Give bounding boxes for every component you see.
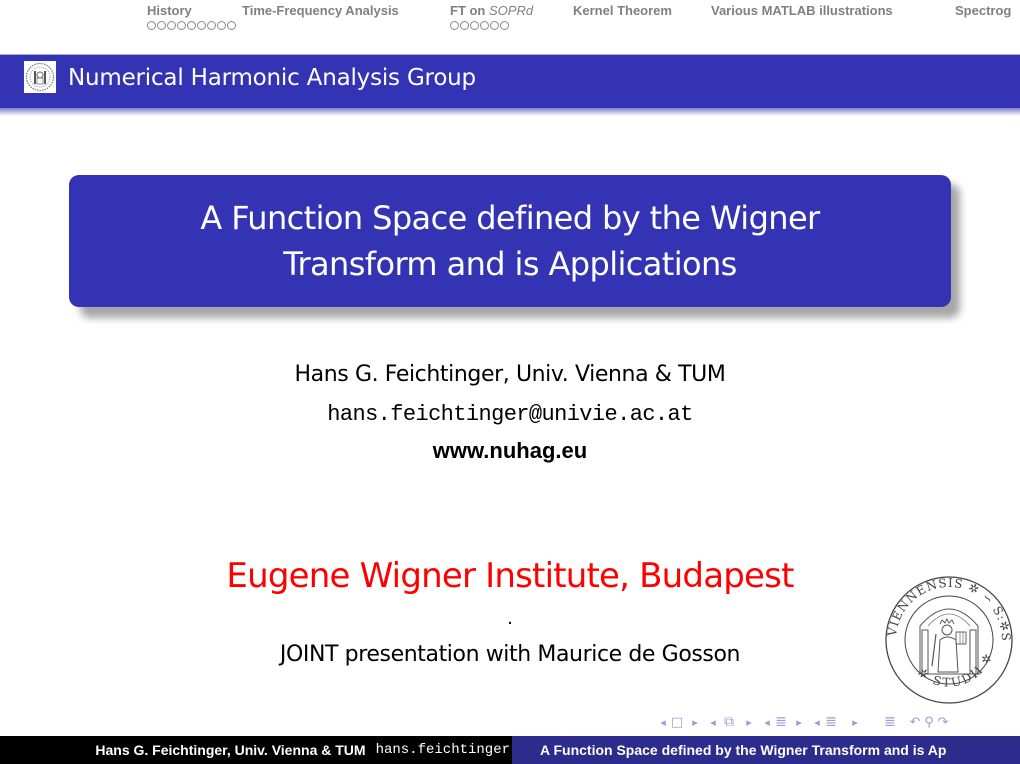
university-seal-icon: [24, 61, 56, 93]
footer-title-section: A Function Space defined by the Wigner T…: [512, 736, 1020, 764]
undo-icon[interactable]: ↶: [908, 712, 922, 732]
svg-text:✲ STUDII ✲: ✲ STUDII ✲: [915, 650, 996, 690]
title-line-2: Transform and is Applications: [283, 245, 737, 283]
nav-label-kernel-theorem[interactable]: Kernel Theorem: [573, 3, 672, 18]
next-slide-icon[interactable]: ▸: [738, 712, 760, 732]
nav-section-time-frequency-analysis[interactable]: Time-Frequency Analysis: [242, 3, 399, 18]
frame-dot[interactable]: [460, 21, 469, 30]
frame-dot[interactable]: [167, 21, 176, 30]
frame-dot[interactable]: [490, 21, 499, 30]
next-section-icon[interactable]: ▸: [838, 712, 872, 732]
joint-presentation-note: JOINT presentation with Maurice de Gosso…: [279, 642, 741, 667]
frame-dot[interactable]: [177, 21, 186, 30]
nav-section-history[interactable]: History: [147, 3, 236, 30]
author-email[interactable]: hans.feichtinger@univie.ac.at: [0, 402, 1020, 427]
footer-author-section: Hans G. Feichtinger, Univ. Vienna & TUM …: [0, 736, 512, 764]
redo-icon[interactable]: ↷: [936, 712, 950, 732]
next-frame-icon[interactable]: ▸: [684, 712, 706, 732]
nav-label-ft-on-soprd[interactable]: FT on SOPRd: [450, 3, 533, 18]
nav-label-time-frequency-analysis[interactable]: Time-Frequency Analysis: [242, 3, 399, 18]
seal-text-bottom: ✲ STUDII ✲: [915, 650, 994, 690]
next-subsection-icon[interactable]: ▸: [788, 712, 810, 732]
nav-label-spectrogram[interactable]: Spectrog: [955, 3, 1011, 18]
author-name: Hans G. Feichtinger, Univ. Vienna & TUM: [294, 362, 726, 387]
section-navigation: History Time-Frequency Analysis FT on SO…: [0, 0, 1020, 44]
svg-text:VIENNENSIS ✲ ∽ S:✲SAPIENTIAE: VIENNENSIS ✲ ∽ S:✲SAPIENTIAE: [880, 574, 1013, 642]
nav-dots-ft-on-soprd: [450, 21, 533, 30]
title-line-1: A Function Space defined by the Wigner: [200, 199, 820, 237]
footer-author: Hans G. Feichtinger, Univ. Vienna & TUM: [95, 742, 366, 758]
title-box: A Function Space defined by the Wigner T…: [69, 175, 951, 307]
prev-subsection-icon[interactable]: ◂: [760, 712, 774, 732]
frame-icon[interactable]: □: [670, 712, 684, 732]
frame-dot[interactable]: [217, 21, 226, 30]
header-bar: Numerical Harmonic Analysis Group: [0, 54, 1020, 108]
prev-section-icon[interactable]: ◂: [810, 712, 824, 732]
nav-section-ft-on-soprd[interactable]: FT on SOPRd: [450, 3, 533, 30]
institute-name: Eugene Wigner Institute, Budapest: [226, 556, 794, 596]
prev-slide-icon[interactable]: ◂: [706, 712, 720, 732]
slide-icon[interactable]: ⧉: [720, 712, 738, 732]
frame-dot[interactable]: [480, 21, 489, 30]
frame-dot[interactable]: [500, 21, 509, 30]
frame-dot[interactable]: [197, 21, 206, 30]
frame-dot[interactable]: [470, 21, 479, 30]
prev-frame-icon[interactable]: ◂: [656, 712, 670, 732]
beamer-navigation-symbols: ◂ □ ▸ ◂ ⧉ ▸ ◂ ≣ ▸ ◂ ≣ ▸ ≣ ↶ ⚲ ↷: [656, 712, 950, 732]
nav-label-prefix: FT on: [450, 3, 489, 18]
university-of-vienna-seal-icon: VIENNENSIS ✲ ∽ S:✲SAPIENTIAE ✲ STUDII ✲: [874, 563, 1018, 706]
footer-email: hans.feichtinger: [375, 742, 510, 758]
frame-dot[interactable]: [227, 21, 236, 30]
section-icon[interactable]: ≣: [824, 712, 838, 732]
frame-dot[interactable]: [157, 21, 166, 30]
subsection-icon[interactable]: ≣: [774, 712, 788, 732]
nav-section-various-matlab-illustrations[interactable]: Various MATLAB illustrations: [711, 3, 893, 18]
document-icon[interactable]: ≣: [872, 712, 908, 732]
nav-section-spectrogram[interactable]: Spectrog: [955, 3, 1011, 18]
frame-dot[interactable]: [187, 21, 196, 30]
frame-dot[interactable]: [147, 21, 156, 30]
header-shadow: [0, 108, 1020, 116]
nav-dots-history: [147, 21, 236, 30]
author-website-link[interactable]: www.nuhag.eu: [0, 438, 1020, 464]
nav-section-kernel-theorem[interactable]: Kernel Theorem: [573, 3, 672, 18]
search-icon[interactable]: ⚲: [922, 712, 936, 732]
nav-label-various-matlab-illustrations[interactable]: Various MATLAB illustrations: [711, 3, 893, 18]
frame-dot[interactable]: [450, 21, 459, 30]
nav-label-history[interactable]: History: [147, 3, 236, 18]
frame-dot[interactable]: [207, 21, 216, 30]
nav-label-italic: SOPRd: [489, 3, 534, 18]
footer-title: A Function Space defined by the Wigner T…: [540, 742, 947, 758]
seal-text-top: VIENNENSIS ✲ ∽ S:✲SAPIENTIAE: [874, 563, 1012, 642]
separator-dot: .: [507, 608, 513, 629]
footer-bar: Hans G. Feichtinger, Univ. Vienna & TUM …: [0, 736, 1020, 764]
group-title: Numerical Harmonic Analysis Group: [68, 65, 476, 91]
